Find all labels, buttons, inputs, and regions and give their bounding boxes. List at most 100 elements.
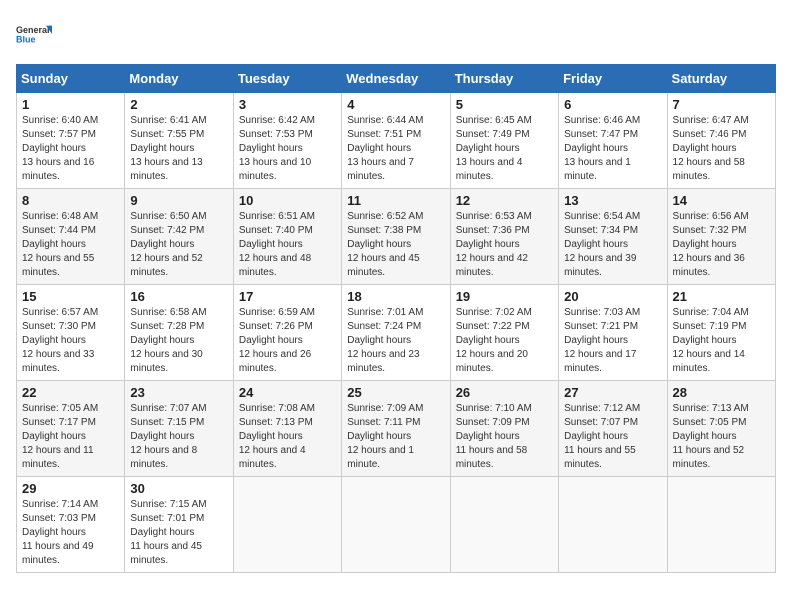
day-cell bbox=[233, 477, 341, 573]
day-cell: 6 Sunrise: 6:46 AM Sunset: 7:47 PM Dayli… bbox=[559, 93, 667, 189]
logo: General Blue bbox=[16, 16, 52, 52]
day-number: 27 bbox=[564, 385, 661, 400]
day-info: Sunrise: 7:09 AM Sunset: 7:11 PM Dayligh… bbox=[347, 402, 444, 472]
day-number: 21 bbox=[673, 289, 770, 304]
day-info: Sunrise: 6:57 AM Sunset: 7:30 PM Dayligh… bbox=[22, 306, 119, 376]
day-cell: 8 Sunrise: 6:48 AM Sunset: 7:44 PM Dayli… bbox=[17, 189, 125, 285]
day-info: Sunrise: 7:03 AM Sunset: 7:21 PM Dayligh… bbox=[564, 306, 661, 376]
day-cell: 23 Sunrise: 7:07 AM Sunset: 7:15 PM Dayl… bbox=[125, 381, 233, 477]
day-cell: 24 Sunrise: 7:08 AM Sunset: 7:13 PM Dayl… bbox=[233, 381, 341, 477]
day-number: 2 bbox=[130, 97, 227, 112]
day-cell: 22 Sunrise: 7:05 AM Sunset: 7:17 PM Dayl… bbox=[17, 381, 125, 477]
day-info: Sunrise: 7:14 AM Sunset: 7:03 PM Dayligh… bbox=[22, 498, 119, 568]
day-info: Sunrise: 7:02 AM Sunset: 7:22 PM Dayligh… bbox=[456, 306, 553, 376]
day-cell: 21 Sunrise: 7:04 AM Sunset: 7:19 PM Dayl… bbox=[667, 285, 775, 381]
day-info: Sunrise: 6:47 AM Sunset: 7:46 PM Dayligh… bbox=[673, 114, 770, 184]
day-number: 5 bbox=[456, 97, 553, 112]
day-cell: 4 Sunrise: 6:44 AM Sunset: 7:51 PM Dayli… bbox=[342, 93, 450, 189]
column-header-thursday: Thursday bbox=[450, 65, 558, 93]
column-header-tuesday: Tuesday bbox=[233, 65, 341, 93]
day-number: 1 bbox=[22, 97, 119, 112]
day-number: 14 bbox=[673, 193, 770, 208]
day-info: Sunrise: 7:12 AM Sunset: 7:07 PM Dayligh… bbox=[564, 402, 661, 472]
day-info: Sunrise: 6:56 AM Sunset: 7:32 PM Dayligh… bbox=[673, 210, 770, 280]
day-cell: 16 Sunrise: 6:58 AM Sunset: 7:28 PM Dayl… bbox=[125, 285, 233, 381]
week-row-5: 29 Sunrise: 7:14 AM Sunset: 7:03 PM Dayl… bbox=[17, 477, 776, 573]
day-cell bbox=[342, 477, 450, 573]
day-number: 6 bbox=[564, 97, 661, 112]
svg-text:General: General bbox=[16, 25, 50, 35]
day-cell: 10 Sunrise: 6:51 AM Sunset: 7:40 PM Dayl… bbox=[233, 189, 341, 285]
day-info: Sunrise: 6:54 AM Sunset: 7:34 PM Dayligh… bbox=[564, 210, 661, 280]
day-info: Sunrise: 6:51 AM Sunset: 7:40 PM Dayligh… bbox=[239, 210, 336, 280]
column-header-friday: Friday bbox=[559, 65, 667, 93]
day-number: 18 bbox=[347, 289, 444, 304]
day-info: Sunrise: 7:08 AM Sunset: 7:13 PM Dayligh… bbox=[239, 402, 336, 472]
day-cell: 26 Sunrise: 7:10 AM Sunset: 7:09 PM Dayl… bbox=[450, 381, 558, 477]
day-number: 9 bbox=[130, 193, 227, 208]
day-number: 7 bbox=[673, 97, 770, 112]
day-cell: 19 Sunrise: 7:02 AM Sunset: 7:22 PM Dayl… bbox=[450, 285, 558, 381]
week-row-3: 15 Sunrise: 6:57 AM Sunset: 7:30 PM Dayl… bbox=[17, 285, 776, 381]
day-info: Sunrise: 6:59 AM Sunset: 7:26 PM Dayligh… bbox=[239, 306, 336, 376]
day-number: 22 bbox=[22, 385, 119, 400]
day-number: 24 bbox=[239, 385, 336, 400]
day-number: 10 bbox=[239, 193, 336, 208]
day-info: Sunrise: 6:52 AM Sunset: 7:38 PM Dayligh… bbox=[347, 210, 444, 280]
logo-svg: General Blue bbox=[16, 16, 52, 52]
day-cell: 18 Sunrise: 7:01 AM Sunset: 7:24 PM Dayl… bbox=[342, 285, 450, 381]
day-info: Sunrise: 7:04 AM Sunset: 7:19 PM Dayligh… bbox=[673, 306, 770, 376]
day-number: 19 bbox=[456, 289, 553, 304]
day-info: Sunrise: 6:46 AM Sunset: 7:47 PM Dayligh… bbox=[564, 114, 661, 184]
day-number: 11 bbox=[347, 193, 444, 208]
day-info: Sunrise: 6:44 AM Sunset: 7:51 PM Dayligh… bbox=[347, 114, 444, 184]
day-cell: 29 Sunrise: 7:14 AM Sunset: 7:03 PM Dayl… bbox=[17, 477, 125, 573]
day-cell: 20 Sunrise: 7:03 AM Sunset: 7:21 PM Dayl… bbox=[559, 285, 667, 381]
week-row-2: 8 Sunrise: 6:48 AM Sunset: 7:44 PM Dayli… bbox=[17, 189, 776, 285]
column-header-monday: Monday bbox=[125, 65, 233, 93]
week-row-1: 1 Sunrise: 6:40 AM Sunset: 7:57 PM Dayli… bbox=[17, 93, 776, 189]
day-cell: 30 Sunrise: 7:15 AM Sunset: 7:01 PM Dayl… bbox=[125, 477, 233, 573]
day-cell bbox=[450, 477, 558, 573]
day-number: 26 bbox=[456, 385, 553, 400]
day-info: Sunrise: 6:40 AM Sunset: 7:57 PM Dayligh… bbox=[22, 114, 119, 184]
day-number: 29 bbox=[22, 481, 119, 496]
day-info: Sunrise: 7:13 AM Sunset: 7:05 PM Dayligh… bbox=[673, 402, 770, 472]
calendar-table: SundayMondayTuesdayWednesdayThursdayFrid… bbox=[16, 64, 776, 573]
day-info: Sunrise: 7:01 AM Sunset: 7:24 PM Dayligh… bbox=[347, 306, 444, 376]
day-info: Sunrise: 7:15 AM Sunset: 7:01 PM Dayligh… bbox=[130, 498, 227, 568]
day-number: 8 bbox=[22, 193, 119, 208]
day-cell: 3 Sunrise: 6:42 AM Sunset: 7:53 PM Dayli… bbox=[233, 93, 341, 189]
header-row: SundayMondayTuesdayWednesdayThursdayFrid… bbox=[17, 65, 776, 93]
day-cell: 7 Sunrise: 6:47 AM Sunset: 7:46 PM Dayli… bbox=[667, 93, 775, 189]
day-info: Sunrise: 6:45 AM Sunset: 7:49 PM Dayligh… bbox=[456, 114, 553, 184]
day-number: 25 bbox=[347, 385, 444, 400]
day-info: Sunrise: 6:42 AM Sunset: 7:53 PM Dayligh… bbox=[239, 114, 336, 184]
week-row-4: 22 Sunrise: 7:05 AM Sunset: 7:17 PM Dayl… bbox=[17, 381, 776, 477]
day-cell: 28 Sunrise: 7:13 AM Sunset: 7:05 PM Dayl… bbox=[667, 381, 775, 477]
day-cell bbox=[559, 477, 667, 573]
day-info: Sunrise: 7:05 AM Sunset: 7:17 PM Dayligh… bbox=[22, 402, 119, 472]
day-cell: 13 Sunrise: 6:54 AM Sunset: 7:34 PM Dayl… bbox=[559, 189, 667, 285]
day-number: 23 bbox=[130, 385, 227, 400]
day-number: 12 bbox=[456, 193, 553, 208]
day-cell: 27 Sunrise: 7:12 AM Sunset: 7:07 PM Dayl… bbox=[559, 381, 667, 477]
day-cell: 17 Sunrise: 6:59 AM Sunset: 7:26 PM Dayl… bbox=[233, 285, 341, 381]
column-header-sunday: Sunday bbox=[17, 65, 125, 93]
day-number: 16 bbox=[130, 289, 227, 304]
day-info: Sunrise: 7:07 AM Sunset: 7:15 PM Dayligh… bbox=[130, 402, 227, 472]
day-cell: 12 Sunrise: 6:53 AM Sunset: 7:36 PM Dayl… bbox=[450, 189, 558, 285]
day-cell: 15 Sunrise: 6:57 AM Sunset: 7:30 PM Dayl… bbox=[17, 285, 125, 381]
day-number: 15 bbox=[22, 289, 119, 304]
day-number: 4 bbox=[347, 97, 444, 112]
day-info: Sunrise: 6:41 AM Sunset: 7:55 PM Dayligh… bbox=[130, 114, 227, 184]
day-number: 17 bbox=[239, 289, 336, 304]
day-info: Sunrise: 7:10 AM Sunset: 7:09 PM Dayligh… bbox=[456, 402, 553, 472]
day-cell: 25 Sunrise: 7:09 AM Sunset: 7:11 PM Dayl… bbox=[342, 381, 450, 477]
svg-text:Blue: Blue bbox=[16, 34, 36, 44]
day-number: 30 bbox=[130, 481, 227, 496]
day-number: 28 bbox=[673, 385, 770, 400]
column-header-saturday: Saturday bbox=[667, 65, 775, 93]
day-info: Sunrise: 6:50 AM Sunset: 7:42 PM Dayligh… bbox=[130, 210, 227, 280]
day-cell: 2 Sunrise: 6:41 AM Sunset: 7:55 PM Dayli… bbox=[125, 93, 233, 189]
